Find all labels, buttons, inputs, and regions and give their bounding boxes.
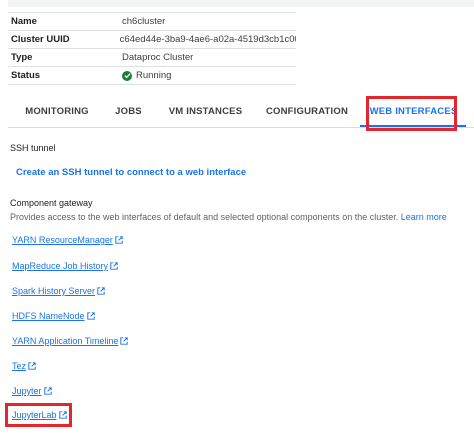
create-ssh-tunnel-link[interactable]: Create an SSH tunnel to connect to a web… xyxy=(16,167,246,178)
gateway-description-text: Provides access to the web interfaces of… xyxy=(10,212,399,222)
link-label: HDFS NameNode xyxy=(12,311,85,321)
link-yarn-application-timeline[interactable]: YARN Application Timeline xyxy=(12,336,129,346)
link-hdfs-namenode[interactable]: HDFS NameNode xyxy=(12,311,95,321)
tab-monitoring[interactable]: MONITORING xyxy=(16,96,98,127)
details-key: Status xyxy=(11,70,41,81)
link-mapreduce-job-history[interactable]: MapReduce Job History xyxy=(12,261,118,271)
component-gateway-title: Component gateway xyxy=(10,198,93,208)
link-tez[interactable]: Tez xyxy=(12,361,36,371)
external-link-icon xyxy=(43,387,52,395)
tab-configuration[interactable]: CONFIGURATION xyxy=(263,96,351,127)
external-link-icon xyxy=(115,236,123,244)
link-label: YARN Application Timeline xyxy=(12,336,119,346)
details-row-name: Name ch6cluster xyxy=(8,12,296,31)
status-value: Running xyxy=(122,70,171,81)
link-jupyter[interactable]: Jupyter xyxy=(12,386,52,396)
details-value: ch6cluster xyxy=(122,16,166,27)
details-row-status: Status Running xyxy=(8,67,296,85)
learn-more-link[interactable]: Learn more xyxy=(401,212,447,222)
link-yarn-resourcemanager[interactable]: YARN ResourceManager xyxy=(12,235,123,245)
details-value: c64ed44e-3ba9-4ae6-a02a-4519d3cb1c00 xyxy=(119,34,296,45)
details-row-uuid: Cluster UUID c64ed44e-3ba9-4ae6-a02a-451… xyxy=(8,31,296,49)
link-label: MapReduce Job History xyxy=(12,261,109,271)
ssh-tunnel-title: SSH tunnel xyxy=(10,143,56,153)
external-link-icon xyxy=(86,312,95,320)
details-key: Cluster UUID xyxy=(11,34,70,45)
link-label: YARN ResourceManager xyxy=(12,235,113,245)
top-bar xyxy=(8,0,474,7)
details-key: Name xyxy=(11,16,37,27)
tab-jobs[interactable]: JOBS xyxy=(106,96,151,127)
details-key: Type xyxy=(11,52,33,63)
details-value: Dataproc Cluster xyxy=(122,52,194,63)
details-row-type: Type Dataproc Cluster xyxy=(8,49,296,67)
link-label: Tez xyxy=(12,361,27,371)
status-text: Running xyxy=(136,70,172,81)
external-link-icon xyxy=(28,362,36,370)
tab-vm-instances[interactable]: VM INSTANCES xyxy=(163,96,248,127)
external-link-icon xyxy=(97,287,105,295)
highlight-box-web-interfaces xyxy=(366,96,457,131)
link-spark-history-server[interactable]: Spark History Server xyxy=(12,286,105,296)
highlight-box-jupyterlab xyxy=(5,403,72,427)
gateway-description: Provides access to the web interfaces of… xyxy=(10,212,447,222)
link-label: Jupyter xyxy=(12,386,42,396)
check-circle-icon xyxy=(122,70,132,81)
external-link-icon xyxy=(120,337,129,345)
external-link-icon xyxy=(110,262,118,270)
link-label: Spark History Server xyxy=(12,286,96,296)
cluster-details-table: Name ch6cluster Cluster UUID c64ed44e-3b… xyxy=(8,12,296,85)
